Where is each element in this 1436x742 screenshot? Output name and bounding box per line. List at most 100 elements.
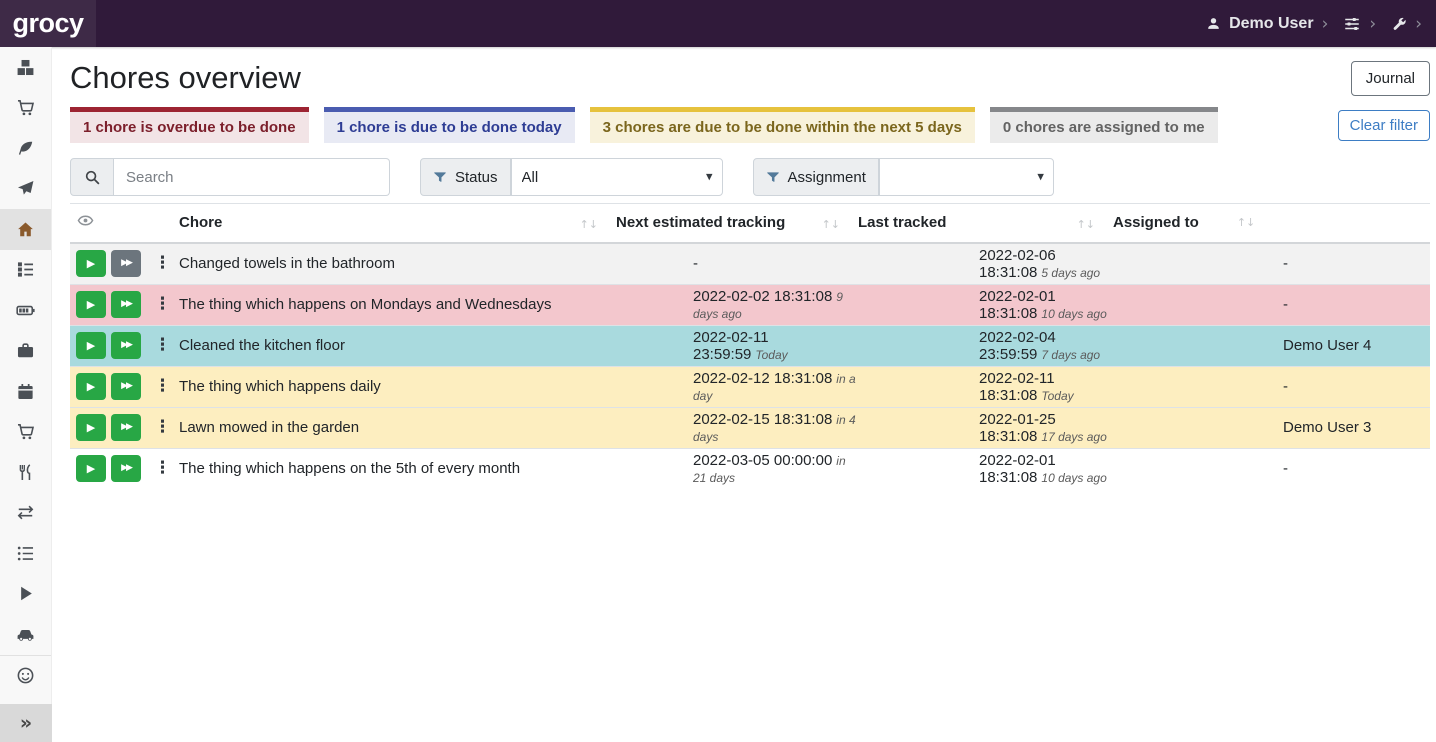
clear-filter-button[interactable]: Clear filter	[1338, 110, 1430, 141]
sidebar-item-calendar[interactable]	[0, 371, 51, 412]
skip-chore-button[interactable]: ▶▶	[111, 455, 141, 482]
status-card-assigned-me[interactable]: 0 chores are assigned to me	[990, 107, 1218, 143]
next-tracking-value: 2022-03-05 00:00:00	[693, 452, 832, 469]
last-tracked-relative: 5 days ago	[1041, 266, 1100, 280]
row-menu-button[interactable]: ⋮	[149, 255, 176, 272]
row-menu-button[interactable]: ⋮	[149, 460, 176, 477]
status-filter-cards: 1 chore is overdue to be done 1 chore is…	[70, 107, 1430, 143]
exchange-icon	[16, 503, 35, 522]
sidebar-item-batteries[interactable]	[0, 290, 51, 331]
sort-icon: ↑↓	[580, 218, 598, 231]
user-icon	[1206, 16, 1221, 31]
column-header-assigned-to[interactable]: Assigned to↑↓	[1113, 204, 1430, 244]
track-chore-button[interactable]: ▶	[76, 414, 106, 441]
sort-icon: ↑↓	[822, 218, 840, 231]
sliders-icon	[1343, 15, 1361, 33]
last-tracked-relative: 10 days ago	[1041, 307, 1106, 321]
chore-name: Lawn mowed in the garden	[179, 419, 359, 436]
next-tracking-relative: Today	[755, 348, 787, 362]
status-card-due-soon[interactable]: 3 chores are due to be done within the n…	[590, 107, 975, 143]
battery-icon	[16, 301, 35, 320]
sidebar-item-paper-plane[interactable]	[0, 169, 51, 210]
chevron-right-icon[interactable]: ›	[1322, 14, 1329, 34]
skip-chore-button[interactable]: ▶▶	[111, 332, 141, 359]
shopping-cart-icon	[16, 98, 35, 117]
admin-menu[interactable]	[1391, 16, 1407, 32]
column-header-chore[interactable]: ↑↓Chore	[179, 204, 616, 244]
skip-chore-button[interactable]: ▶▶	[111, 414, 141, 441]
assignment-filter-label: Assignment	[753, 158, 879, 196]
fast-forward-icon: ▶▶	[121, 341, 131, 350]
sidebar-item-shopping-list[interactable]	[0, 88, 51, 129]
sidebar-item-stock-overview[interactable]	[0, 47, 51, 88]
wrench-icon	[1391, 16, 1407, 32]
table-row: ▶ ▶▶ ⋮ The thing which happens on the 5t…	[70, 448, 1430, 489]
eye-icon[interactable]	[77, 212, 94, 229]
track-chore-button[interactable]: ▶	[76, 332, 106, 359]
play-icon: ▶	[87, 299, 95, 310]
status-card-overdue[interactable]: 1 chore is overdue to be done	[70, 107, 309, 143]
grocy-logo[interactable]: grocy	[0, 0, 96, 47]
sidebar-item-car[interactable]	[0, 614, 51, 655]
column-header-last-tracked[interactable]: ↑↓Last tracked	[858, 204, 1113, 244]
table-row: ▶ ▶▶ ⋮ Lawn mowed in the garden 2022-02-…	[70, 407, 1430, 448]
double-chevron-right-icon: »	[20, 712, 32, 734]
column-header-next-tracking[interactable]: ↑↓Next estimated tracking	[616, 204, 858, 244]
sidebar-item-feather[interactable]	[0, 128, 51, 169]
utensils-icon	[16, 463, 35, 482]
next-tracking-value: -	[693, 255, 698, 272]
sidebar-item-user-settings[interactable]	[0, 655, 51, 696]
top-navbar: grocy Demo User › › ›	[0, 0, 1436, 47]
sidebar-item-equipment[interactable]	[0, 331, 51, 372]
fast-forward-icon: ▶▶	[121, 259, 131, 268]
play-icon: ▶	[87, 258, 95, 269]
search-input[interactable]	[114, 158, 390, 196]
table-row: ▶ ▶▶ ⋮ Cleaned the kitchen floor 2022-02…	[70, 325, 1430, 366]
briefcase-icon	[16, 341, 35, 360]
chore-name: Cleaned the kitchen floor	[179, 337, 345, 354]
assigned-to-value: Demo User 4	[1113, 325, 1430, 366]
chores-table: ↑↓Chore ↑↓Next estimated tracking ↑↓Last…	[70, 203, 1430, 489]
chevron-right-icon[interactable]: ›	[1415, 14, 1422, 34]
filter-bar: Status All Assignment	[70, 158, 1430, 196]
sidebar-item-purchase[interactable]	[0, 412, 51, 453]
track-chore-button[interactable]: ▶	[76, 373, 106, 400]
row-menu-button[interactable]: ⋮	[149, 419, 176, 436]
chevron-right-icon[interactable]: ›	[1369, 14, 1376, 34]
track-chore-button[interactable]: ▶	[76, 250, 106, 277]
sidebar-item-chores-overview[interactable]	[0, 209, 51, 250]
table-row: ▶ ▶▶ ⋮ The thing which happens daily 202…	[70, 366, 1430, 407]
status-filter-label: Status	[420, 158, 511, 196]
status-select[interactable]: All	[511, 158, 723, 196]
sidebar-item-tasks[interactable]	[0, 250, 51, 291]
row-menu-button[interactable]: ⋮	[149, 378, 176, 395]
sidebar-item-transfer[interactable]	[0, 493, 51, 534]
play-icon: ▶	[87, 381, 95, 392]
last-tracked-relative: Today	[1041, 389, 1073, 403]
status-card-due-today[interactable]: 1 chore is due to be done today	[324, 107, 575, 143]
row-menu-button[interactable]: ⋮	[149, 296, 176, 313]
track-chore-button[interactable]: ▶	[76, 291, 106, 318]
row-menu-button[interactable]: ⋮	[149, 337, 176, 354]
fast-forward-icon: ▶▶	[121, 300, 131, 309]
user-menu[interactable]: Demo User	[1206, 15, 1313, 33]
car-icon	[16, 625, 35, 644]
sidebar-expand-button[interactable]: »	[0, 704, 52, 742]
assigned-to-value: -	[1113, 366, 1430, 407]
journal-button[interactable]: Journal	[1351, 61, 1430, 96]
skip-chore-button[interactable]: ▶▶	[111, 250, 141, 277]
sort-icon: ↑↓	[1237, 216, 1255, 229]
skip-chore-button[interactable]: ▶▶	[111, 373, 141, 400]
paper-plane-icon	[16, 179, 35, 198]
play-icon: ▶	[87, 422, 95, 433]
user-name-label: Demo User	[1229, 15, 1313, 33]
play-icon: ▶	[87, 463, 95, 474]
settings-menu[interactable]	[1343, 15, 1361, 33]
track-chore-button[interactable]: ▶	[76, 455, 106, 482]
sidebar-item-inventory[interactable]	[0, 533, 51, 574]
skip-chore-button[interactable]: ▶▶	[111, 291, 141, 318]
sidebar-item-recipes[interactable]	[0, 452, 51, 493]
sidebar-item-consume[interactable]	[0, 574, 51, 615]
next-tracking-value: 2022-02-02 18:31:08	[693, 288, 832, 305]
assignment-select[interactable]	[879, 158, 1054, 196]
